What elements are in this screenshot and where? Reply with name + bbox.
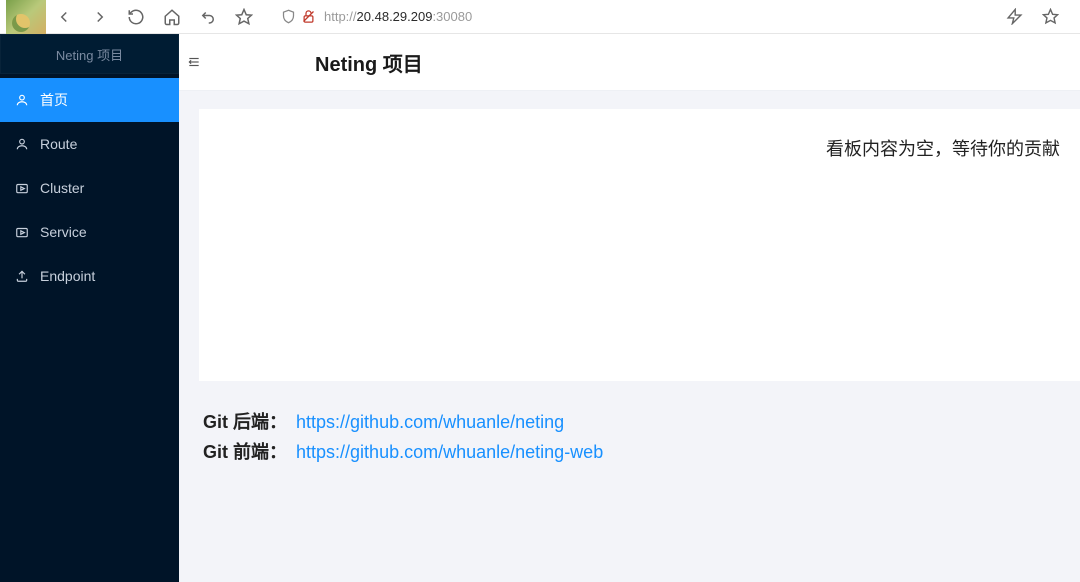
backend-label: Git 后端： — [203, 412, 287, 432]
sidebar-item-label: Route — [40, 136, 77, 152]
empty-state-text: 看板内容为空，等待你的贡献 — [826, 139, 1060, 159]
undo-button[interactable] — [190, 0, 226, 34]
page-favicon — [6, 0, 46, 34]
user-icon — [14, 93, 30, 107]
page-title: Neting 项目 — [315, 54, 423, 76]
backend-link[interactable]: https://github.com/whuanle/neting — [296, 412, 564, 432]
frontend-label: Git 前端： — [203, 442, 287, 462]
sidebar-item-service[interactable]: Service — [0, 210, 179, 254]
toolbar-right-icons — [996, 0, 1068, 34]
sidebar-item-route[interactable]: Route — [0, 122, 179, 166]
sidebar-item-home[interactable]: 首页 — [0, 78, 179, 122]
sidebar-header: Neting 项目 — [0, 34, 179, 74]
sidebar-item-label: 首页 — [40, 90, 68, 110]
app-title: Neting 项目 — [56, 45, 123, 64]
sidebar-menu: 首页 Route Cluster Service — [0, 74, 179, 298]
camera-icon — [14, 181, 30, 195]
address-bar[interactable]: http://20.48.29.209:30080 — [270, 0, 996, 33]
upload-icon — [14, 269, 30, 283]
frontend-link[interactable]: https://github.com/whuanle/neting-web — [296, 442, 603, 462]
home-button[interactable] — [154, 0, 190, 34]
user-icon — [14, 137, 30, 151]
browser-toolbar: http://20.48.29.209:30080 — [0, 0, 1080, 34]
url-text: http://20.48.29.209:30080 — [324, 9, 472, 24]
sidebar-collapse-button[interactable] — [183, 51, 205, 73]
sidebar-item-label: Cluster — [40, 180, 84, 196]
footer-links: Git 后端： https://github.com/whuanle/netin… — [199, 381, 1080, 467]
insecure-lock-icon — [298, 9, 318, 24]
lightning-icon[interactable] — [996, 0, 1032, 34]
content-area: Neting 项目 看板内容为空，等待你的贡献 Git 后端： https://… — [179, 34, 1080, 582]
viewport: Neting 项目 首页 Route Cluster — [0, 34, 1080, 582]
back-button[interactable] — [46, 0, 82, 34]
sidebar: Neting 项目 首页 Route Cluster — [0, 34, 179, 582]
dashboard-panel: 看板内容为空，等待你的贡献 — [199, 109, 1080, 381]
sidebar-item-endpoint[interactable]: Endpoint — [0, 254, 179, 298]
content-header: Neting 项目 — [179, 34, 1080, 91]
content-body: 看板内容为空，等待你的贡献 Git 后端： https://github.com… — [179, 91, 1080, 582]
footer-backend-line: Git 后端： https://github.com/whuanle/netin… — [203, 407, 1080, 437]
reload-button[interactable] — [118, 0, 154, 34]
shield-icon — [278, 9, 298, 24]
sidebar-item-cluster[interactable]: Cluster — [0, 166, 179, 210]
forward-button[interactable] — [82, 0, 118, 34]
favorite-star-button[interactable] — [1032, 0, 1068, 34]
sidebar-item-label: Endpoint — [40, 268, 95, 284]
footer-frontend-line: Git 前端： https://github.com/whuanle/netin… — [203, 437, 1080, 467]
bookmark-star-button[interactable] — [226, 0, 262, 34]
camera-icon — [14, 225, 30, 239]
sidebar-item-label: Service — [40, 224, 87, 240]
